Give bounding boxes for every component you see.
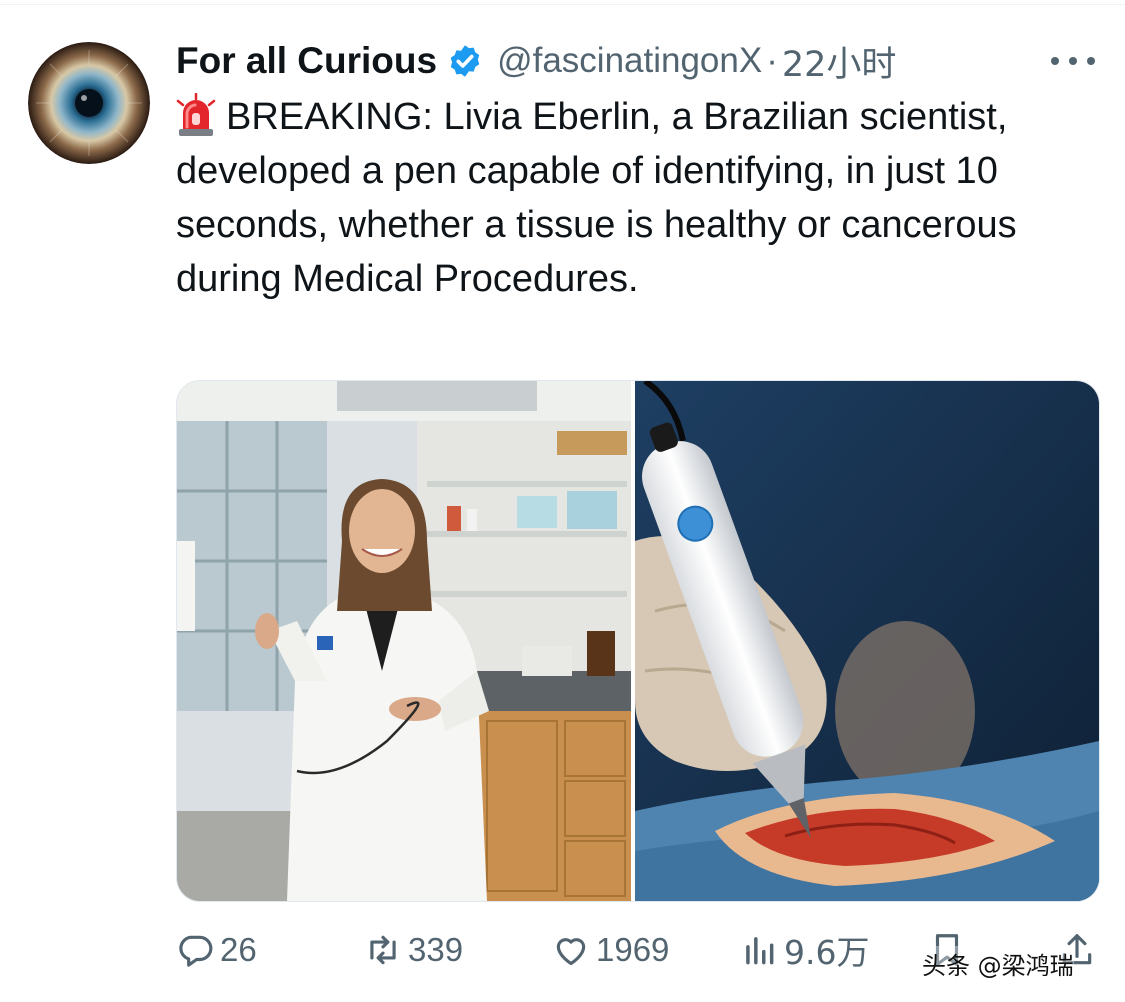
tweet-header: For all Curious @fascinatingonX · 22小时: [176, 36, 1111, 87]
author-handle[interactable]: @fascinatingonX: [497, 41, 762, 81]
tweet-text: BREAKING: Livia Eberlin, a Brazilian sci…: [176, 96, 1017, 300]
reply-count: 26: [220, 931, 257, 968]
handheld-pen-device-on-tissue-photo[interactable]: [635, 381, 1099, 901]
reply-button[interactable]: 26: [176, 922, 257, 978]
retweet-count: 339: [408, 931, 464, 968]
views-bar-chart-icon: [740, 931, 778, 969]
like-button[interactable]: 1969: [552, 922, 669, 978]
retweet-icon: [364, 931, 402, 969]
top-divider: [0, 4, 1125, 5]
like-count: 1969: [596, 931, 670, 968]
views-button[interactable]: 9.6万: [740, 922, 869, 978]
views-count: 9.6万: [784, 933, 870, 972]
tweet-text-block: BREAKING: Livia Eberlin, a Brazilian sci…: [176, 90, 1111, 306]
verified-badge-icon[interactable]: [447, 43, 483, 79]
tweet-media[interactable]: [176, 380, 1100, 902]
author-display-name[interactable]: For all Curious: [176, 40, 437, 82]
heart-icon: [552, 931, 590, 969]
reply-icon: [176, 931, 214, 969]
scientist-in-lab-coat-photo[interactable]: [177, 381, 631, 901]
ellipsis-icon[interactable]: [1047, 46, 1099, 76]
author-avatar[interactable]: [28, 42, 150, 164]
retweet-button[interactable]: 339: [364, 922, 463, 978]
watermark-text: 头条 @梁鸿瑞: [922, 946, 1074, 981]
tweet-timestamp[interactable]: 22小时: [782, 36, 897, 87]
eye-iris-avatar-icon: [28, 42, 150, 164]
siren-emoji-icon: [176, 93, 216, 137]
separator-dot: ·: [766, 41, 778, 80]
